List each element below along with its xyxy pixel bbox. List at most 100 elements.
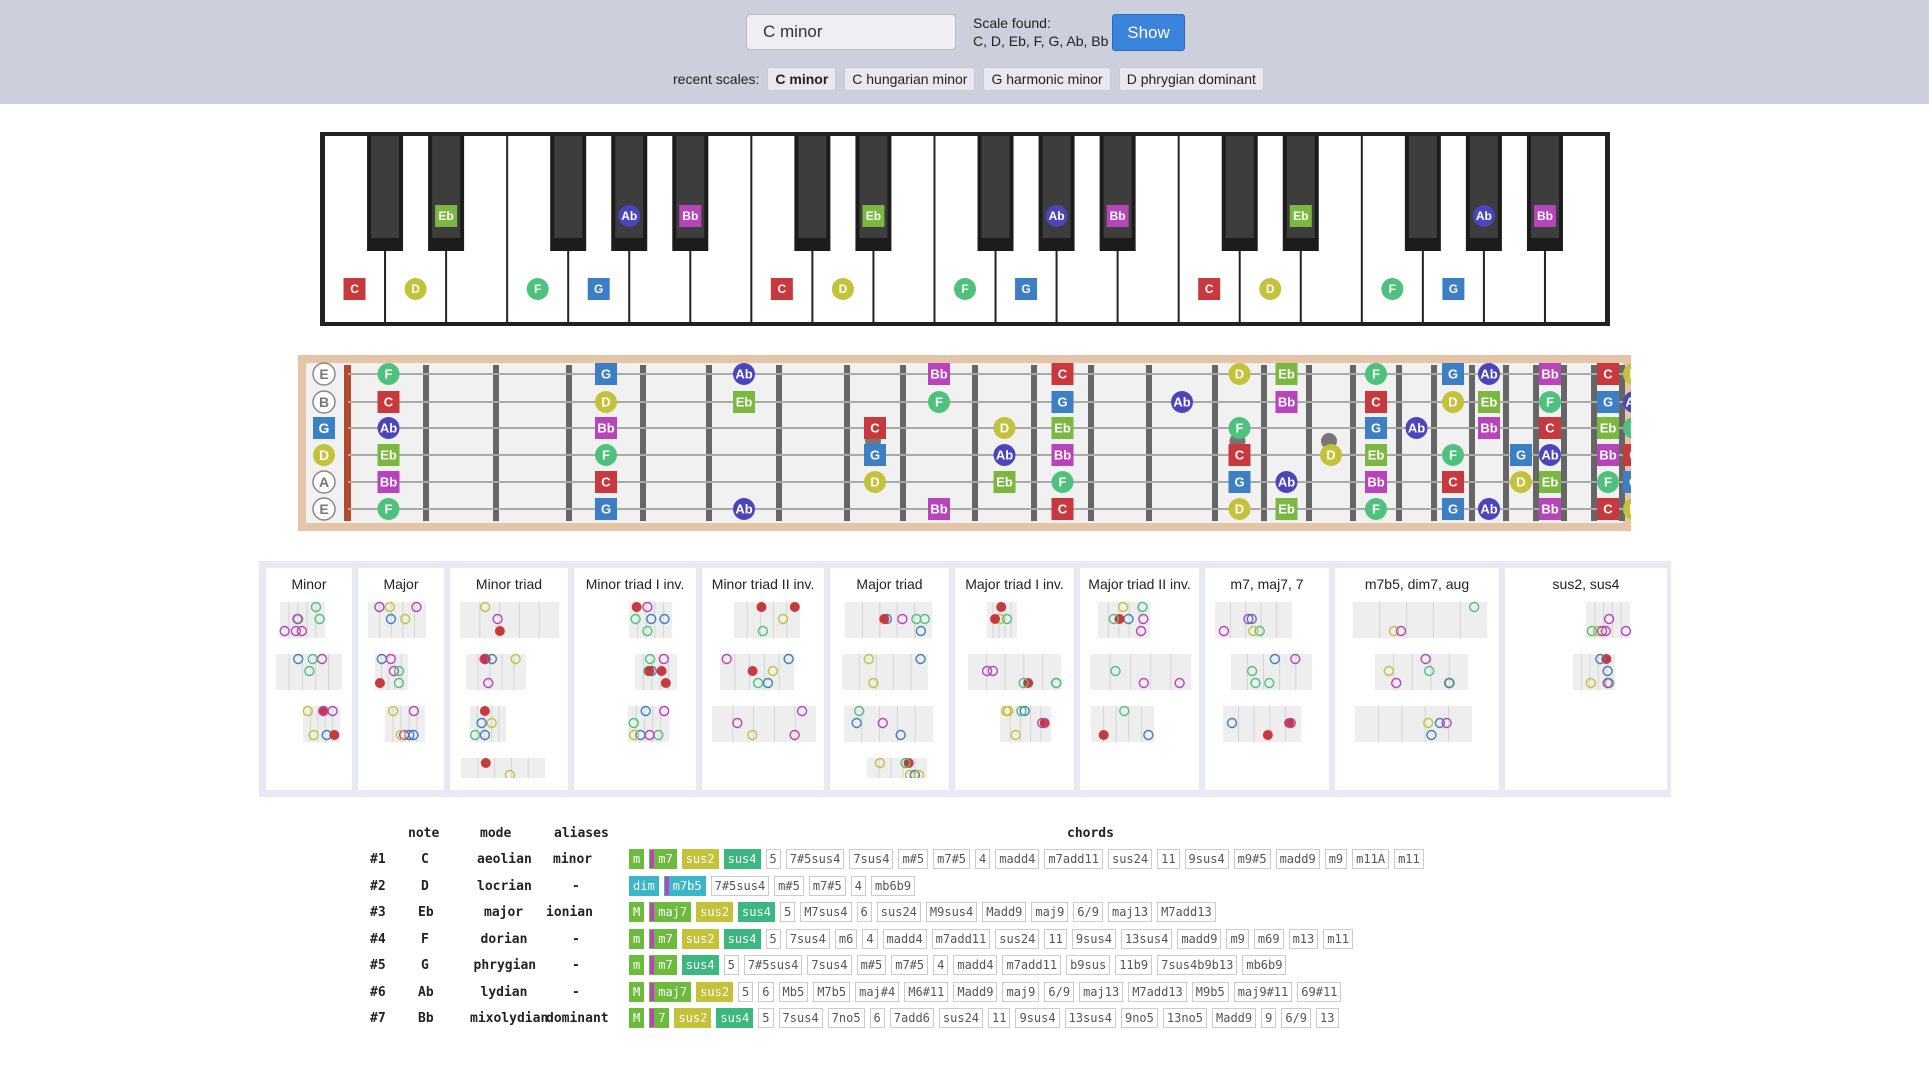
chord-chip[interactable]: 6 xyxy=(869,1008,885,1028)
chord-chip[interactable]: sus4 xyxy=(716,1008,754,1028)
chord-chip[interactable]: m11A xyxy=(1352,849,1390,869)
chord-chip[interactable]: 11 xyxy=(1157,849,1180,869)
black-key[interactable]: Ab xyxy=(611,136,648,251)
chord-chip[interactable]: sus2 xyxy=(696,981,734,1002)
chord-chip[interactable]: sus2 xyxy=(681,928,719,949)
chord-chip[interactable]: m xyxy=(629,955,645,975)
chord-shape-card[interactable]: Minor xyxy=(266,568,352,790)
chord-shape-card[interactable]: m7b5, dim7, aug xyxy=(1335,568,1499,790)
chord-chip[interactable]: M xyxy=(629,902,645,922)
chord-chip[interactable]: 7 xyxy=(649,1008,670,1028)
chord-shape-card[interactable]: Minor triad xyxy=(450,568,568,794)
chord-chip[interactable]: sus2 xyxy=(696,902,734,922)
chord-chip[interactable]: maj7 xyxy=(649,981,692,1002)
chord-chip[interactable]: 7sus4 xyxy=(778,1008,823,1028)
mode-row[interactable]: #3 Eb major ionian Mmaj7 sus2 sus4 5 M7sus4 6 sus2… xyxy=(370,902,1770,924)
chord-chip[interactable]: 11b9 xyxy=(1115,955,1153,975)
scale-search-input[interactable] xyxy=(746,14,956,50)
chord-chip[interactable]: M7sus4 xyxy=(800,902,852,922)
chord-chip[interactable]: 13no5 xyxy=(1162,1008,1207,1028)
string-label[interactable]: B xyxy=(312,390,336,414)
chord-chip[interactable]: 7#5sus4 xyxy=(743,955,803,975)
black-key[interactable]: Ab xyxy=(1465,136,1502,251)
string-label[interactable]: E xyxy=(312,497,336,521)
chord-chip[interactable]: 11 xyxy=(1044,928,1067,949)
chord-chip[interactable]: 7#5sus4 xyxy=(710,875,770,896)
chord-chip[interactable]: maj9#11 xyxy=(1233,981,1293,1002)
chord-chip[interactable]: m7 xyxy=(649,955,677,975)
chord-chip[interactable]: Mb5 xyxy=(778,981,809,1002)
black-key[interactable]: Eb xyxy=(428,136,465,251)
chord-chip[interactable]: m7#5 xyxy=(891,955,929,975)
recent-scale-chip[interactable]: C hungarian minor xyxy=(844,67,976,91)
chord-chip[interactable]: m11 xyxy=(1394,849,1424,869)
chord-chip[interactable]: maj9 xyxy=(1002,981,1040,1002)
recent-scale-chip[interactable]: C minor xyxy=(767,67,837,91)
chord-chip[interactable]: maj13 xyxy=(1107,902,1153,922)
chord-chip[interactable]: sus24 xyxy=(938,1008,984,1028)
chord-chip[interactable]: M7add13 xyxy=(1157,902,1216,922)
chord-chip[interactable]: madd4 xyxy=(995,849,1040,869)
black-key[interactable]: Bb xyxy=(672,136,709,251)
chord-chip[interactable]: m69 xyxy=(1253,928,1284,949)
chord-chip[interactable]: b9sus xyxy=(1066,955,1111,975)
chord-chip[interactable]: sus24 xyxy=(876,902,921,922)
chord-chip[interactable]: mb6b9 xyxy=(1242,955,1287,975)
chord-chip[interactable]: m13 xyxy=(1288,928,1319,949)
black-key[interactable]: Eb xyxy=(855,136,892,251)
chord-chip[interactable]: m9 xyxy=(1226,928,1249,949)
black-key[interactable]: Eb xyxy=(1282,136,1319,251)
black-key[interactable] xyxy=(367,136,404,251)
chord-chip[interactable]: 7add6 xyxy=(889,1008,934,1028)
chord-chip[interactable]: 4 xyxy=(933,955,949,975)
chord-chip[interactable]: 7sus4b9b13 xyxy=(1157,955,1238,975)
mode-row[interactable]: #2 Dlocrian - dim m7b5 7#5sus4 m#5 m7#5 4 mb6b9 xyxy=(370,875,1770,898)
chord-shape-card[interactable]: Minor triad I inv. xyxy=(574,568,696,790)
black-key[interactable] xyxy=(977,136,1014,251)
chord-chip[interactable]: m7 xyxy=(649,928,677,949)
chord-chip[interactable]: m9#5 xyxy=(1233,849,1271,869)
chord-chip[interactable]: 7sus4 xyxy=(785,928,830,949)
chord-chip[interactable]: 7sus4 xyxy=(849,849,894,869)
chord-chip[interactable]: madd4 xyxy=(953,955,998,975)
show-button[interactable]: Show xyxy=(1112,14,1185,51)
chord-chip[interactable]: sus4 xyxy=(681,955,719,975)
chord-chip[interactable]: 4 xyxy=(975,849,991,869)
chord-chip[interactable]: m7 xyxy=(649,849,677,869)
chord-shape-card[interactable]: Major triad xyxy=(830,568,949,794)
chord-chip[interactable]: 6 xyxy=(856,902,872,922)
chord-chip[interactable]: m#5 xyxy=(774,875,804,896)
chord-chip[interactable]: M9sus4 xyxy=(925,902,978,922)
chord-chip[interactable]: maj#4 xyxy=(855,981,900,1002)
chord-chip[interactable]: madd4 xyxy=(882,928,927,949)
mode-row[interactable]: #1 Caeolian minor m m7 sus2 sus4 5 7#5sus4 7sus4 m… xyxy=(370,849,1770,871)
chord-chip[interactable]: m9 xyxy=(1324,849,1348,869)
chord-chip[interactable]: m xyxy=(629,849,645,869)
chord-chip[interactable]: M xyxy=(629,981,645,1002)
chord-chip[interactable]: m11 xyxy=(1323,928,1353,949)
chord-chip[interactable]: 4 xyxy=(862,928,878,949)
chord-chip[interactable]: 9sus4 xyxy=(1184,849,1229,869)
black-key[interactable] xyxy=(1404,136,1441,251)
chord-chip[interactable]: sus24 xyxy=(1107,849,1153,869)
chord-chip[interactable]: M7b5 xyxy=(813,981,851,1002)
chord-chip[interactable]: Madd9 xyxy=(982,902,1027,922)
chord-chip[interactable]: 11 xyxy=(988,1008,1011,1028)
chord-chip[interactable]: Madd9 xyxy=(1212,1008,1257,1028)
chord-chip[interactable]: 9sus4 xyxy=(1015,1008,1060,1028)
string-label[interactable]: D xyxy=(313,444,335,466)
chord-chip[interactable]: sus4 xyxy=(723,928,761,949)
mode-row[interactable]: #7 Bb mixolydian dominant M 7 sus2 sus4 5 7sus4 7n… xyxy=(370,1008,1770,1030)
chord-shape-card[interactable]: sus2, sus4 xyxy=(1505,568,1667,790)
chord-chip[interactable]: maj9 xyxy=(1031,902,1069,922)
black-key[interactable] xyxy=(794,136,831,251)
chord-chip[interactable]: 9no5 xyxy=(1120,1008,1158,1028)
chord-chip[interactable]: m xyxy=(629,928,645,949)
string-label[interactable]: E xyxy=(312,362,336,386)
chord-chip[interactable]: mb6b9 xyxy=(871,875,916,896)
chord-chip[interactable]: 6/9 xyxy=(1073,902,1103,922)
chord-chip[interactable]: 6 xyxy=(758,981,774,1002)
chord-chip[interactable]: 13 xyxy=(1316,1008,1339,1028)
chord-chip[interactable]: sus24 xyxy=(995,928,1040,949)
chord-chip[interactable]: 13sus4 xyxy=(1064,1008,1116,1028)
